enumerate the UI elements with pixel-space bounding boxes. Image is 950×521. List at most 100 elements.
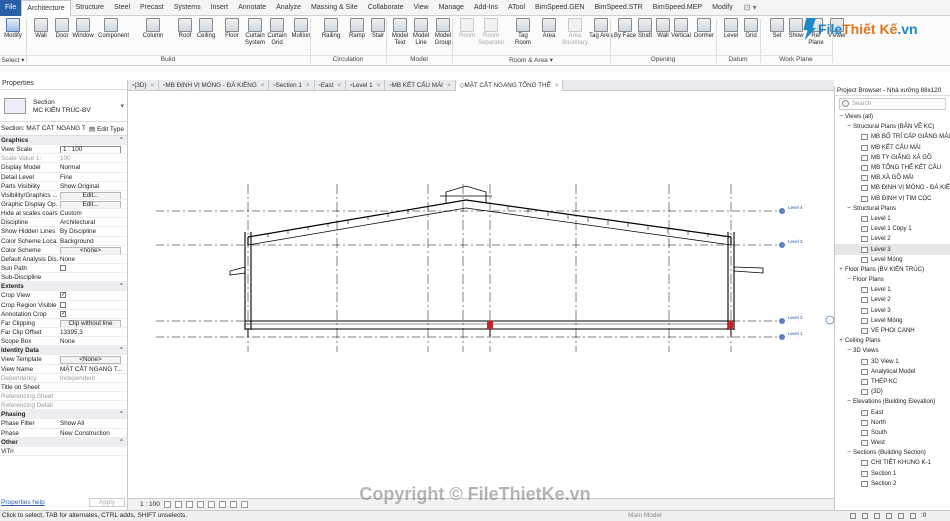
browser-view-item[interactable]: MB TY GIẰNG XÀ GỒ: [835, 153, 950, 163]
collapse-icon[interactable]: −: [845, 204, 853, 214]
browser-view-item[interactable]: THÉP KC: [835, 377, 950, 387]
expand-icon[interactable]: +: [837, 265, 845, 275]
drag-elements-icon[interactable]: [898, 513, 904, 519]
ribbon-area-boundary-button[interactable]: Area Boundary: [562, 18, 588, 54]
collapse-chevron-icon[interactable]: ⌃: [58, 410, 127, 418]
level-head-3[interactable]: Level 3: [779, 239, 803, 248]
ribbon-tab-steel[interactable]: Steel: [109, 0, 135, 16]
property-value[interactable]: Custom: [58, 209, 127, 217]
ribbon-railing-button[interactable]: Railing: [318, 18, 344, 54]
browser-category[interactable]: − Views (all): [835, 112, 950, 122]
browser-view-item[interactable]: MB ĐỊNH VỊ TIM CỌC: [835, 194, 950, 204]
browser-view-item[interactable]: MB ĐỊNH VỊ MÓNG - ĐÀ KIỀ: [835, 183, 950, 193]
property-button[interactable]: Edit...: [58, 191, 127, 199]
property-value[interactable]: None: [58, 255, 127, 263]
ribbon-modify-button[interactable]: Modify: [0, 18, 26, 54]
browser-view-item[interactable]: Level Móng: [835, 255, 950, 265]
browser-category[interactable]: − Sections (Building Section): [835, 448, 950, 458]
property-value[interactable]: [58, 273, 127, 281]
collapse-chevron-icon[interactable]: ⌃: [58, 282, 127, 290]
ribbon-tab-manage[interactable]: Manage: [434, 0, 469, 16]
property-group-header[interactable]: Graphics ⌃: [0, 136, 127, 146]
property-value[interactable]: Show Original: [58, 182, 127, 190]
browser-view-item[interactable]: Level 3: [835, 306, 950, 316]
ribbon-tab-precast[interactable]: Precast: [135, 0, 169, 16]
browser-view-item[interactable]: 3D View 1: [835, 357, 950, 367]
ribbon-tab-collaborate[interactable]: Collaborate: [363, 0, 409, 16]
ribbon-tab-view[interactable]: View: [409, 0, 434, 16]
nav-bar-icon[interactable]: [825, 315, 835, 325]
view-tab[interactable]: ▫ East ×: [315, 80, 347, 91]
browser-category[interactable]: − Structural Plans (BẢN VẼ KC): [835, 122, 950, 132]
ribbon-component-button[interactable]: Component: [98, 18, 129, 54]
active-model-label[interactable]: Main Model: [628, 511, 662, 521]
collapse-chevron-icon[interactable]: ⌃: [58, 346, 127, 354]
ribbon-panel-model[interactable]: Model: [386, 55, 452, 65]
ribbon-panel-room-area[interactable]: Room & Area ▾: [452, 55, 610, 65]
browser-view-item[interactable]: Level 1: [835, 214, 950, 224]
view-tab[interactable]: ▫ MB KẾT CẤU MÁI ×: [385, 80, 456, 91]
ribbon-ceiling-button[interactable]: Ceiling: [193, 18, 219, 54]
property-button[interactable]: <none>: [58, 246, 127, 254]
select-links-icon[interactable]: [850, 513, 856, 519]
property-value[interactable]: None: [58, 337, 127, 345]
browser-view-item[interactable]: {3D}: [835, 387, 950, 397]
browser-category[interactable]: − Elevations (Building Elevation): [835, 397, 950, 407]
expand-icon[interactable]: +: [837, 336, 845, 346]
property-group-header[interactable]: Extents ⌃: [0, 282, 127, 292]
property-value[interactable]: Background: [58, 237, 127, 245]
level-head-4[interactable]: Level 4: [779, 205, 803, 214]
browser-view-item[interactable]: MB BỐ TRÍ CẤP GIẰNG MÁI: [835, 132, 950, 142]
browser-view-item[interactable]: Section 1: [835, 469, 950, 479]
property-value[interactable]: MẶT CẮT NGANG T...: [58, 365, 127, 373]
browser-category[interactable]: + Ceiling Plans: [835, 336, 950, 346]
select-pinned-icon[interactable]: [874, 513, 880, 519]
browser-view-item[interactable]: Analytical Model: [835, 367, 950, 377]
browser-category[interactable]: − Floor Plans: [835, 275, 950, 285]
view-tab[interactable]: ▫ Section 1 ×: [269, 80, 315, 91]
level-head-2[interactable]: Level 2: [779, 315, 803, 324]
browser-view-item[interactable]: CHI TIẾT KHUNG K-1: [835, 458, 950, 468]
collapse-icon[interactable]: −: [845, 397, 853, 407]
ribbon-column-button[interactable]: Column: [140, 18, 166, 54]
instance-filter-select[interactable]: Section: MẶT CẮT NGANG T: [1, 125, 85, 132]
browser-view-item[interactable]: Level Móng: [835, 316, 950, 326]
view-tab[interactable]: ▫ {3D} ×: [128, 80, 160, 91]
ribbon-tab-annotate[interactable]: Annotate: [233, 0, 271, 16]
browser-view-item[interactable]: MB KẾT CẤU MÁI: [835, 143, 950, 153]
ribbon-tab-modify[interactable]: Modify: [707, 0, 738, 16]
browser-category[interactable]: + Floor Plans (BV KIẾN TRÚC): [835, 265, 950, 275]
edit-type-button[interactable]: ▤ Edit Type: [89, 125, 124, 133]
property-checkbox[interactable]: [58, 301, 127, 309]
ribbon-panel-circulation[interactable]: Circulation: [310, 55, 386, 65]
contextual-tab-options-icon[interactable]: ⊡ ▾: [744, 3, 757, 12]
ribbon-tab-bimspeed-str[interactable]: BimSpeed.STR: [589, 0, 647, 16]
level-head-1[interactable]: Level 1: [779, 331, 803, 340]
drawing-area[interactable]: Level 4 Level 3 Level 2 Level 1: [128, 92, 835, 498]
ribbon-panel-work-plane[interactable]: Work Plane: [760, 55, 832, 65]
property-value[interactable]: Show All: [58, 419, 127, 427]
ribbon-panel-select[interactable]: Select ▾: [0, 55, 26, 65]
property-checkbox[interactable]: [58, 264, 127, 272]
ribbon-window-button[interactable]: Window: [70, 18, 96, 54]
property-button[interactable]: Edit...: [58, 200, 127, 209]
ribbon-panel-datum[interactable]: Datum: [716, 55, 760, 65]
collapse-chevron-icon[interactable]: ⌃: [58, 438, 127, 446]
collapse-chevron-icon[interactable]: ⌃: [58, 136, 127, 144]
property-button[interactable]: <None>: [58, 355, 127, 364]
select-underlay-icon[interactable]: [862, 513, 868, 519]
ribbon-tab-add-ins[interactable]: Add-Ins: [469, 0, 503, 16]
collapse-icon[interactable]: −: [845, 122, 853, 132]
browser-view-item[interactable]: North: [835, 418, 950, 428]
browser-view-item[interactable]: Level 2: [835, 295, 950, 305]
browser-view-item[interactable]: MB TỔNG THỂ KẾT CẤU: [835, 163, 950, 173]
ribbon-tab-systems[interactable]: Systems: [169, 0, 206, 16]
type-selector[interactable]: Section MC KIẾN TRÚC-BV ▾: [0, 90, 127, 122]
ribbon-tab-structure[interactable]: Structure: [71, 0, 109, 16]
ribbon-tab-insert[interactable]: Insert: [206, 0, 234, 16]
close-icon[interactable]: ×: [377, 80, 381, 91]
close-icon[interactable]: ×: [447, 80, 451, 91]
ribbon-tab-bimspeed-mep[interactable]: BimSpeed.MEP: [648, 0, 707, 16]
ribbon-tag-room-button[interactable]: Tag Room: [510, 18, 536, 54]
property-value[interactable]: Normal: [58, 163, 127, 171]
